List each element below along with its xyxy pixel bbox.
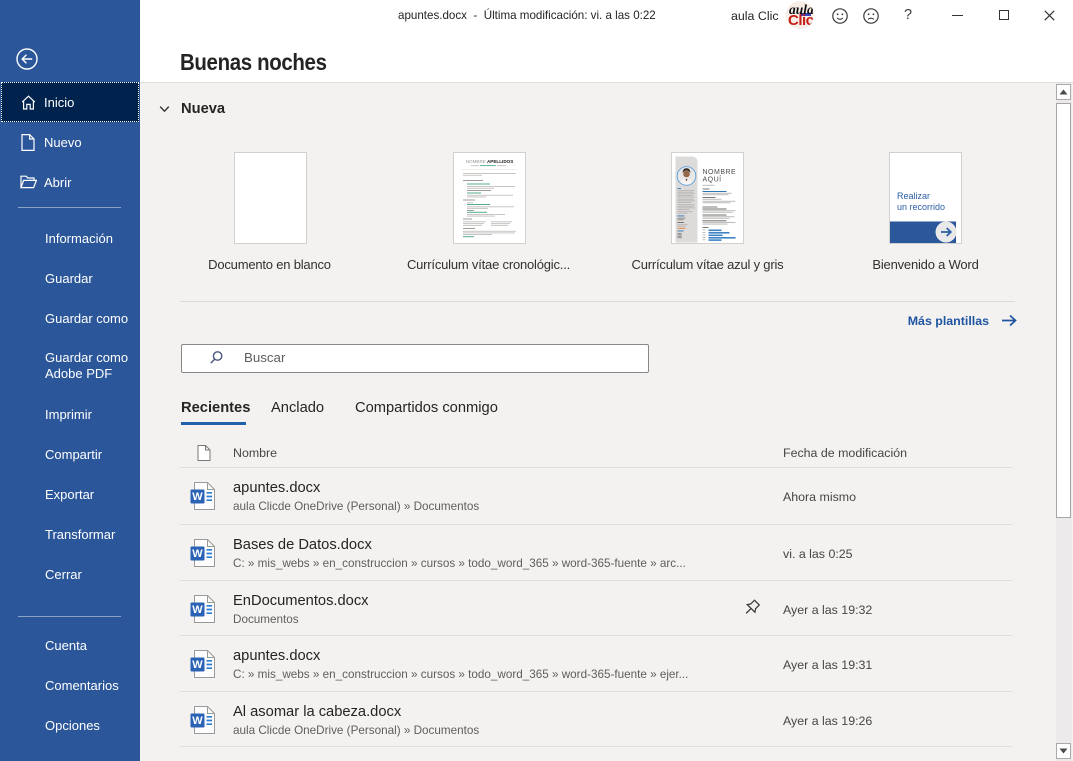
svg-text:un recorrido: un recorrido [897,202,945,212]
svg-text:W: W [192,491,203,503]
svg-text:AQUÍ: AQUÍ [703,175,722,184]
svg-text:W: W [192,659,203,671]
svg-text:W: W [192,715,203,727]
svg-text:Realizar: Realizar [897,191,930,201]
svg-text:NOMBRE APELLIDOS: NOMBRE APELLIDOS [465,159,513,164]
svg-text:W: W [192,604,203,616]
svg-text:NOMBRE: NOMBRE [703,169,737,176]
svg-text:W: W [192,548,203,560]
